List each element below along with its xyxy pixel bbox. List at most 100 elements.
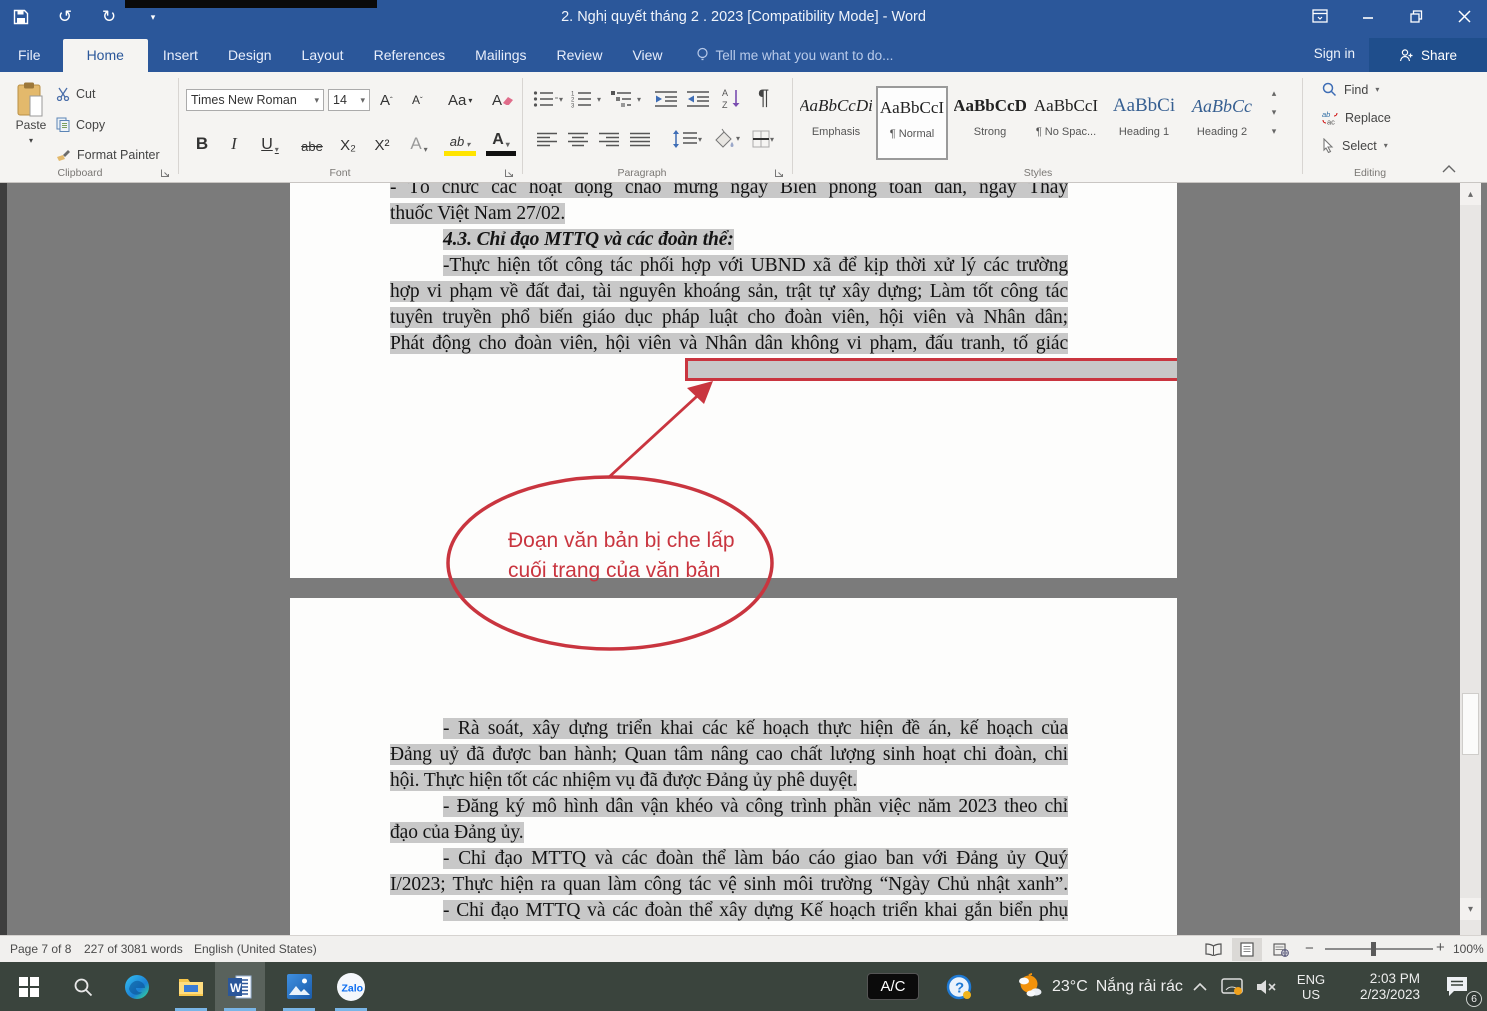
copy-button[interactable]: Copy <box>56 117 105 132</box>
ribbon-display-options-icon[interactable] <box>1303 2 1337 30</box>
edge-browser-icon[interactable] <box>112 962 162 1011</box>
restore-icon[interactable] <box>1399 2 1433 30</box>
find-button[interactable]: Find▾ <box>1322 82 1379 97</box>
tell-me-box[interactable]: Tell me what you want to do... <box>678 39 906 72</box>
tab-insert[interactable]: Insert <box>148 39 213 72</box>
share-button[interactable]: Share <box>1369 38 1487 72</box>
bullet-list-button[interactable]: ▾ <box>533 90 563 108</box>
align-right-button[interactable] <box>599 132 619 148</box>
styles-gallery-expand-icon[interactable]: ▾ <box>1272 126 1277 137</box>
help-tray-icon[interactable]: ? <box>938 962 980 1011</box>
word-count[interactable]: 227 of 3081 words <box>84 942 183 956</box>
tab-home[interactable]: Home <box>63 39 148 72</box>
tab-references[interactable]: References <box>359 39 461 72</box>
unikey-indicator[interactable]: A/C <box>858 962 928 1011</box>
multilevel-list-button[interactable]: ▾ <box>611 90 641 108</box>
screen-cast-tray-icon[interactable] <box>1216 962 1248 1011</box>
language-tray-indicator[interactable]: ENG US <box>1288 962 1334 1011</box>
text-effects-button[interactable]: A▾ <box>406 130 432 156</box>
tab-file[interactable]: File <box>0 39 63 72</box>
font-size-combo[interactable]: 14▾ <box>328 89 370 111</box>
font-name-combo[interactable]: Times New Roman▾ <box>186 89 324 111</box>
shading-button[interactable]: ▾ <box>712 128 740 148</box>
cut-button[interactable]: Cut <box>56 87 95 101</box>
increase-indent-button[interactable] <box>687 90 709 108</box>
underline-button[interactable]: U▾ <box>256 130 284 156</box>
document-page-2[interactable]: - Rà soát, xây dựng triển khai các kế ho… <box>290 598 1177 935</box>
file-explorer-icon[interactable] <box>166 962 216 1011</box>
text-highlight-button[interactable]: ab▾ <box>444 130 476 156</box>
italic-button[interactable]: I <box>226 130 242 156</box>
scrollbar-thumb[interactable] <box>1462 693 1479 755</box>
paragraph-dialog-launcher[interactable] <box>774 168 785 179</box>
close-icon[interactable] <box>1447 2 1481 30</box>
start-button[interactable] <box>4 962 54 1011</box>
styles-scroll-down-icon[interactable]: ▾ <box>1272 107 1277 118</box>
tray-expand-icon[interactable] <box>1186 962 1214 1011</box>
taskbar-search-button[interactable] <box>58 962 108 1011</box>
zoom-out-icon[interactable]: − <box>1305 940 1314 957</box>
style-normal[interactable]: AaBbCcI ¶ Normal <box>876 86 948 160</box>
document-page-1[interactable]: - Tổ chức các hoạt động chào mừng ngày B… <box>290 183 1177 578</box>
style-emphasis[interactable]: AaBbCcDi Emphasis <box>800 86 872 160</box>
style-heading-1[interactable]: AaBbCi Heading 1 <box>1108 86 1180 160</box>
volume-muted-icon[interactable] <box>1250 962 1282 1011</box>
borders-button[interactable]: ▾ <box>752 130 774 148</box>
subscript-button[interactable]: X₂ <box>336 130 360 156</box>
collapse-ribbon-icon[interactable] <box>1441 164 1457 174</box>
minimize-icon[interactable] <box>1351 2 1385 30</box>
align-left-button[interactable] <box>537 132 557 148</box>
language-indicator[interactable]: English (United States) <box>194 942 317 956</box>
font-color-button[interactable]: A▾ <box>486 130 516 156</box>
clock-tray[interactable]: 2:03 PM 2/23/2023 <box>1338 962 1424 1011</box>
photos-app-icon[interactable] <box>274 962 324 1011</box>
styles-scroll-up-icon[interactable]: ▴ <box>1272 88 1277 99</box>
zoom-slider[interactable] <box>1325 948 1433 950</box>
align-center-button[interactable] <box>568 132 588 148</box>
format-painter-button[interactable]: Format Painter <box>56 148 160 162</box>
sign-in-link[interactable]: Sign in <box>1314 46 1355 61</box>
shrink-font-button[interactable]: Aˇ <box>412 88 423 112</box>
tab-design[interactable]: Design <box>213 39 287 72</box>
weather-status[interactable]: 23°C Nắng rải rác <box>1052 962 1192 1011</box>
page-indicator[interactable]: Page 7 of 8 <box>10 942 71 956</box>
justify-button[interactable] <box>630 132 650 148</box>
select-button[interactable]: Select▾ <box>1322 138 1388 153</box>
web-layout-button[interactable] <box>1266 938 1296 961</box>
style-strong[interactable]: AaBbCcD Strong <box>954 86 1026 160</box>
style-heading-2[interactable]: AaBbCc Heading 2 <box>1186 86 1258 160</box>
tab-review[interactable]: Review <box>542 39 618 72</box>
font-dialog-launcher[interactable] <box>504 168 515 179</box>
scroll-down-icon[interactable]: ▾ <box>1460 898 1481 920</box>
change-case-button[interactable]: Aa▾ <box>448 88 472 112</box>
superscript-button[interactable]: X² <box>370 130 394 156</box>
zoom-slider-thumb[interactable] <box>1371 942 1376 956</box>
clear-formatting-button[interactable]: A <box>492 88 514 112</box>
action-center-icon[interactable]: 6 <box>1432 962 1484 1011</box>
tab-mailings[interactable]: Mailings <box>460 39 541 72</box>
vertical-scrollbar[interactable]: ▴ ▾ <box>1460 183 1481 935</box>
sort-button[interactable]: AZ <box>722 87 742 109</box>
style-no-spacing[interactable]: AaBbCcI ¶ No Spac... <box>1030 86 1102 160</box>
weather-icon[interactable] <box>1008 962 1052 1011</box>
zoom-in-icon[interactable]: + <box>1436 939 1445 956</box>
zoom-level[interactable]: 100% <box>1453 942 1484 956</box>
paste-button[interactable]: Paste▾ <box>8 82 54 154</box>
strikethrough-button[interactable]: abe <box>298 130 326 156</box>
svg-text:W: W <box>230 981 242 995</box>
line-spacing-button[interactable]: ▾ <box>672 130 702 148</box>
replace-button[interactable]: abac Replace <box>1322 110 1391 125</box>
clipboard-dialog-launcher[interactable] <box>160 168 171 179</box>
grow-font-button[interactable]: Aˆ <box>380 88 393 112</box>
show-paragraph-marks-button[interactable]: ¶ <box>758 86 769 110</box>
read-mode-button[interactable] <box>1198 938 1228 961</box>
scroll-up-icon[interactable]: ▴ <box>1460 183 1481 205</box>
zalo-app-icon[interactable]: Zalo <box>326 962 376 1011</box>
numbered-list-button[interactable]: 123▾ <box>571 90 601 108</box>
decrease-indent-button[interactable] <box>655 90 677 108</box>
tab-layout[interactable]: Layout <box>287 39 359 72</box>
word-app-icon[interactable]: W <box>215 962 265 1011</box>
tab-view[interactable]: View <box>617 39 677 72</box>
print-layout-button[interactable] <box>1232 938 1262 961</box>
bold-button[interactable]: B <box>192 130 212 156</box>
